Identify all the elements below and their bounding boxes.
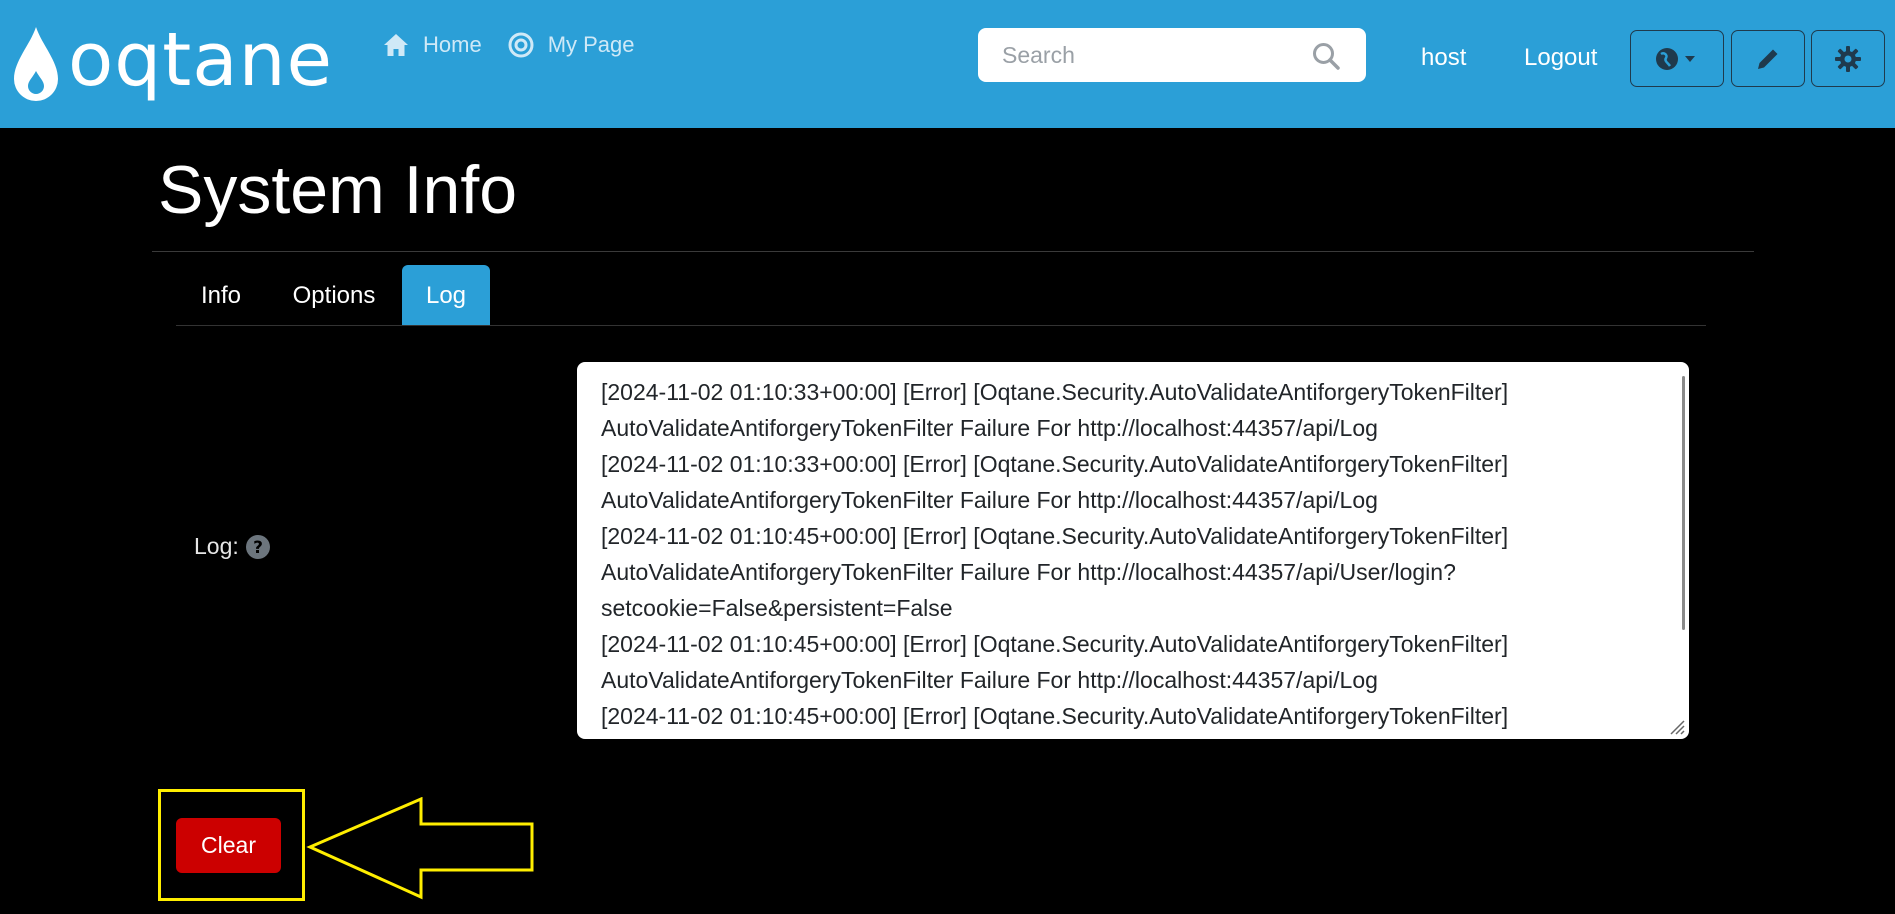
scrollbar-thumb[interactable]	[1682, 376, 1685, 630]
brand-logo[interactable]: oqtane	[10, 17, 334, 106]
target-icon	[508, 32, 534, 58]
search-box	[978, 28, 1366, 82]
logout-link[interactable]: Logout	[1524, 44, 1597, 72]
tab-info[interactable]: Info	[176, 265, 266, 326]
clear-button[interactable]: Clear	[176, 818, 281, 873]
help-icon[interactable]: ?	[245, 534, 271, 560]
pointer-arrow-icon	[306, 797, 534, 900]
log-label-text: Log:	[194, 533, 239, 559]
user-profile-link[interactable]: host	[1421, 44, 1466, 72]
main-nav: Home My Page	[383, 32, 635, 58]
resize-grip-icon[interactable]	[1667, 717, 1685, 735]
title-divider	[152, 251, 1754, 252]
search-icon[interactable]	[1312, 42, 1340, 70]
navbar: oqtane Home My Page host Logout	[0, 0, 1895, 128]
pencil-icon	[1758, 49, 1778, 69]
log-content: [2024-11-02 01:10:33+00:00] [Error] [Oqt…	[601, 379, 1509, 729]
gear-icon	[1835, 45, 1861, 72]
language-icon	[1656, 47, 1695, 70]
nav-home-label: Home	[423, 32, 482, 57]
log-field-label: Log: ?	[194, 533, 271, 560]
nav-my-page-label: My Page	[547, 32, 635, 57]
tab-options[interactable]: Options	[266, 265, 402, 326]
search-input[interactable]	[978, 28, 1308, 82]
tab-strip: Info Options Log	[176, 265, 490, 326]
tabs-divider	[176, 325, 1706, 326]
language-button[interactable]	[1630, 30, 1724, 87]
tab-log[interactable]: Log	[402, 265, 490, 326]
page-title: System Info	[158, 152, 518, 228]
control-panel-button[interactable]	[1811, 30, 1885, 87]
brand-text: oqtane	[68, 17, 334, 103]
nav-my-page[interactable]: My Page	[508, 32, 635, 58]
home-icon	[384, 34, 408, 56]
nav-home[interactable]: Home	[383, 32, 482, 58]
svg-text:?: ?	[253, 538, 263, 558]
droplet-icon	[14, 27, 58, 101]
edit-mode-button[interactable]	[1731, 30, 1805, 87]
log-textarea[interactable]: [2024-11-02 01:10:33+00:00] [Error] [Oqt…	[577, 362, 1689, 739]
